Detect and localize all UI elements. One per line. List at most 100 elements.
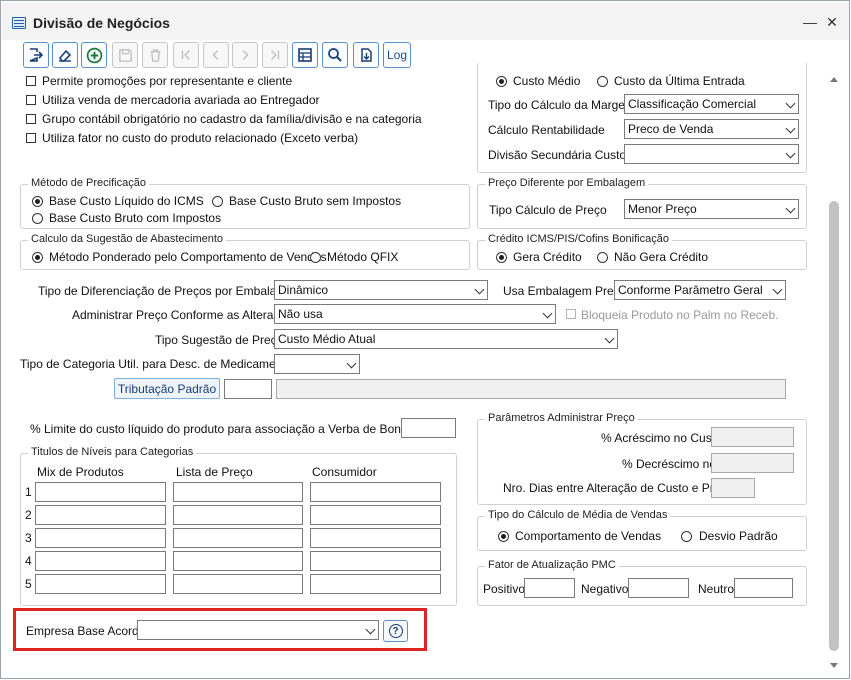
grid-button[interactable] [292, 42, 318, 68]
checkbox-bloqueia-produto[interactable] [566, 309, 576, 319]
export-button[interactable] [353, 42, 379, 68]
mix-produtos-input-1[interactable] [35, 482, 166, 502]
exit-button[interactable] [23, 42, 49, 68]
radio-desvio-padrao[interactable] [681, 531, 692, 542]
log-button[interactable]: Log [383, 42, 411, 68]
next-button[interactable] [232, 42, 258, 68]
bloqueia-produto-label: Bloqueia Produto no Palm no Receb. [581, 308, 779, 322]
positivo-label: Positivo [483, 582, 526, 596]
chevron-down-icon [365, 624, 376, 635]
calculo-rentabilidade-select[interactable]: Preco de Venda [624, 119, 799, 139]
decrescimo-input[interactable] [711, 453, 794, 473]
last-icon [271, 50, 280, 60]
consumidor-input-4[interactable] [310, 551, 441, 571]
checkbox-fator-custo[interactable] [26, 133, 36, 143]
radio-base-custo-bruto-com[interactable] [32, 213, 43, 224]
mix-produtos-input-3[interactable] [35, 528, 166, 548]
tipo-categoria-select[interactable] [274, 354, 360, 374]
decrescimo-label: % Decréscimo no [622, 457, 717, 471]
divisao-secundaria-select[interactable] [624, 144, 799, 164]
negativo-input[interactable] [628, 578, 689, 598]
tipo-calculo-margem-label: Tipo do Cálculo da Margem [488, 98, 635, 112]
radio-gera-credito[interactable] [496, 252, 507, 263]
nro-dias-input[interactable] [711, 478, 755, 498]
consumidor-input-5[interactable] [310, 574, 441, 594]
lista-preco-input-2[interactable] [173, 505, 303, 525]
radio-metodo-ponderado[interactable] [32, 252, 43, 263]
checkbox-label: Utiliza venda de mercadoria avariada ao … [42, 93, 320, 107]
window-title: Divisão de Negócios [33, 15, 170, 31]
tipo-diferenciacao-select[interactable]: Dinâmico [274, 280, 488, 300]
mix-produtos-input-2[interactable] [35, 505, 166, 525]
close-icon[interactable]: ✕ [824, 14, 840, 31]
chevron-down-icon [785, 98, 796, 109]
tipo-diferenciacao-label: Tipo de Diferenciação de Preços por Emba… [38, 284, 300, 298]
radio-nao-gera-credito[interactable] [597, 252, 608, 263]
radio-custo-ultima-entrada[interactable] [597, 76, 608, 87]
acrescimo-custo-label: % Acréscimo no Custo [601, 431, 722, 445]
checkbox-promocoes[interactable] [26, 76, 36, 86]
radio-base-custo-liquido[interactable] [32, 196, 43, 207]
lista-preco-input-4[interactable] [173, 551, 303, 571]
consumidor-input-2[interactable] [310, 505, 441, 525]
positivo-input[interactable] [524, 578, 575, 598]
vertical-scrollbar[interactable] [827, 71, 841, 675]
divisao-secundaria-label: Divisão Secundária Custo [488, 148, 627, 162]
group-title: Crédito ICMS/PIS/Cofins Bonificação [485, 233, 672, 245]
checkbox-mercadoria-avariada[interactable] [26, 95, 36, 105]
minimize-icon[interactable]: — [802, 14, 818, 30]
tributacao-code-input[interactable] [224, 379, 272, 399]
eraser-icon [58, 49, 72, 62]
select-value: Custo Médio Atual [278, 332, 376, 346]
search-icon [328, 48, 342, 62]
add-icon [86, 47, 102, 63]
last-button[interactable] [262, 42, 288, 68]
help-button[interactable]: ? [383, 620, 408, 642]
scrollbar-thumb[interactable] [829, 201, 839, 651]
tipo-calculo-margem-select[interactable]: Classificação Comercial [624, 94, 799, 114]
neutro-input[interactable] [734, 578, 793, 598]
first-button[interactable] [173, 42, 199, 68]
window: Divisão de Negócios — ✕ Log Permite prom… [0, 0, 850, 679]
clear-button[interactable] [52, 42, 78, 68]
first-icon [181, 50, 190, 60]
consumidor-input-3[interactable] [310, 528, 441, 548]
radio-comportamento-vendas[interactable] [498, 531, 509, 542]
administrar-preco-select[interactable]: Não usa [274, 304, 556, 324]
tipo-calculo-preco-select[interactable]: Menor Preço [624, 199, 799, 219]
lista-preco-input-1[interactable] [173, 482, 303, 502]
radio-base-custo-bruto-sem[interactable] [212, 196, 223, 207]
radio-label: Método Ponderado pelo Comportamento de V… [49, 250, 327, 264]
select-value: Preco de Venda [628, 122, 714, 136]
tributacao-padrao-button[interactable]: Tributação Padrão [114, 378, 220, 399]
search-button[interactable] [322, 42, 348, 68]
usa-embalagem-label: Usa Embalagem Preço [503, 284, 627, 298]
nro-dias-label: Nro. Dias entre Alteração de Custo e Pre… [503, 481, 734, 495]
checkbox-grupo-contabil[interactable] [26, 114, 36, 124]
scroll-up-icon[interactable] [830, 77, 838, 82]
tipo-sugestao-select[interactable]: Custo Médio Atual [274, 329, 618, 349]
empresa-base-select[interactable] [137, 620, 379, 640]
mix-produtos-input-4[interactable] [35, 551, 166, 571]
radio-custo-medio[interactable] [496, 76, 507, 87]
consumidor-input-1[interactable] [310, 482, 441, 502]
usa-embalagem-select[interactable]: Conforme Parâmetro Geral [614, 280, 786, 300]
radio-metodo-qfix[interactable] [310, 252, 321, 263]
empresa-base-label: Empresa Base Acordo [26, 624, 146, 638]
checkbox-label: Grupo contábil obrigatório no cadastro d… [42, 112, 422, 126]
add-button[interactable] [81, 42, 107, 68]
select-value: Menor Preço [628, 202, 697, 216]
mix-produtos-input-5[interactable] [35, 574, 166, 594]
lista-preco-input-3[interactable] [173, 528, 303, 548]
limite-custo-input[interactable] [401, 418, 456, 438]
previous-button[interactable] [203, 42, 229, 68]
checkbox-label: Utiliza fator no custo do produto relaci… [42, 131, 359, 145]
radio-label: Desvio Padrão [699, 529, 778, 543]
row-number: 5 [25, 577, 32, 591]
scroll-down-icon[interactable] [830, 663, 838, 668]
radio-label: Gera Crédito [513, 250, 582, 264]
lista-preco-input-5[interactable] [173, 574, 303, 594]
acrescimo-custo-input[interactable] [711, 427, 794, 447]
save-button[interactable] [112, 42, 138, 68]
delete-button[interactable] [142, 42, 168, 68]
